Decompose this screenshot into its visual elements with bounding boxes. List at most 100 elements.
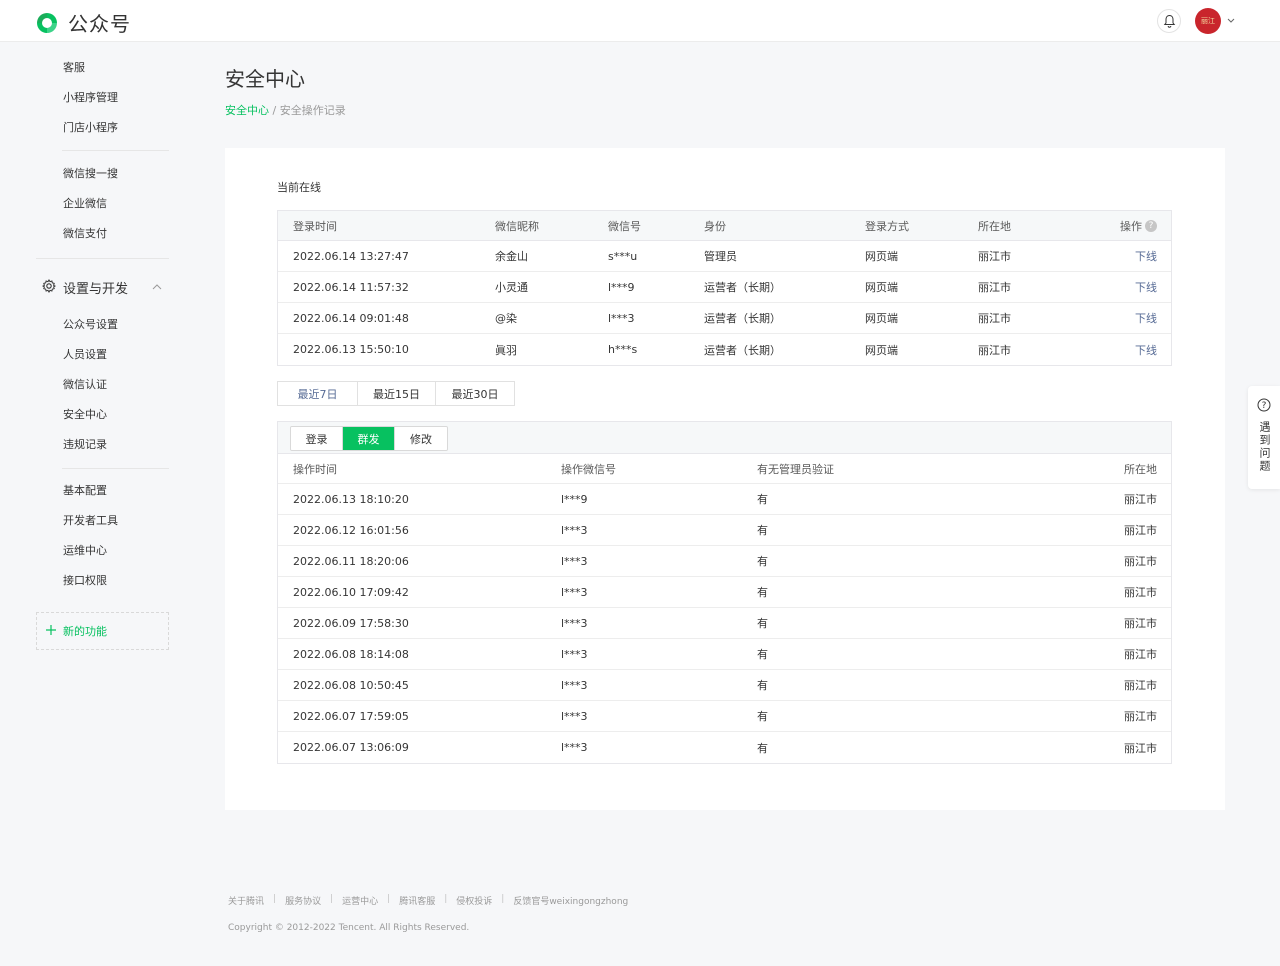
footer-link-feedback[interactable]: 反馈官号weixingongzhong	[513, 894, 628, 907]
table-row: 2022.06.09 17:58:30 l***3 有 丽江市	[278, 608, 1171, 639]
cell-wechat-id: l***9	[608, 280, 635, 294]
force-logout-link[interactable]: 下线	[1135, 303, 1157, 333]
sidebar-item-store-miniprogram[interactable]: 门店小程序	[63, 120, 118, 136]
cell-location: 丽江市	[1124, 710, 1157, 723]
sidebar-item-wechat-search[interactable]: 微信搜一搜	[63, 166, 118, 182]
operation-type-toolbar: 登录 群发 修改	[278, 422, 1171, 454]
footer-link-tencent-support[interactable]: 腾讯客服	[399, 894, 435, 907]
table-row: 2022.06.07 17:59:05 l***3 有 丽江市	[278, 701, 1171, 732]
table-header: 登录时间 微信昵称 微信号 身份 登录方式 所在地 操作 ?	[278, 211, 1171, 241]
col-wechat-id: 微信号	[608, 219, 641, 233]
footer-separator: |	[387, 894, 391, 904]
question-circle-icon[interactable]: ?	[1145, 219, 1157, 232]
col-admin-verified: 有无管理员验证	[757, 462, 834, 476]
cell-role: 运营者（长期）	[704, 343, 781, 357]
table-row: 2022.06.10 17:09:42 l***3 有 丽江市	[278, 577, 1171, 608]
notification-bell-icon[interactable]	[1157, 9, 1181, 33]
question-circle-icon: ?	[1257, 398, 1271, 415]
footer-separator: |	[273, 894, 277, 904]
col-location: 所在地	[978, 219, 1011, 233]
cell-operator-wechat-id: l***9	[561, 492, 588, 506]
cell-location: 丽江市	[1124, 555, 1157, 568]
col-role: 身份	[704, 219, 726, 233]
footer-link-ops-center[interactable]: 运营中心	[342, 894, 378, 907]
top-bar: 公众号 丽江	[0, 0, 1280, 42]
force-logout-link[interactable]: 下线	[1135, 272, 1157, 302]
sidebar-divider	[36, 258, 169, 259]
sidebar-item-work-wechat[interactable]: 企业微信	[63, 196, 107, 212]
cell-location: 丽江市	[1124, 617, 1157, 630]
cell-operation-time: 2022.06.08 10:50:45	[293, 678, 409, 692]
tab-last-30-days[interactable]: 最近30日	[436, 382, 514, 405]
sidebar-item-miniprogram-manage[interactable]: 小程序管理	[63, 90, 118, 106]
footer-link-infringement[interactable]: 侵权投诉	[456, 894, 492, 907]
sidebar-item-basic-config[interactable]: 基本配置	[63, 483, 107, 499]
cell-login-method: 网页端	[865, 250, 898, 263]
col-nickname: 微信昵称	[495, 219, 539, 233]
tab-login[interactable]: 登录	[291, 427, 343, 450]
app-name: 公众号	[68, 12, 131, 36]
tab-last-15-days[interactable]: 最近15日	[358, 382, 436, 405]
help-floating-button[interactable]: ? 遇到问题	[1248, 386, 1280, 489]
cell-location: 丽江市	[1124, 679, 1157, 692]
tab-last-7-days[interactable]: 最近7日	[278, 382, 358, 405]
sidebar-item-account-settings[interactable]: 公众号设置	[63, 317, 118, 333]
cell-login-time: 2022.06.13 15:50:10	[293, 343, 409, 356]
app-logo[interactable]: 公众号	[34, 8, 131, 37]
cell-operation-time: 2022.06.11 18:20:06	[293, 554, 409, 568]
avatar[interactable]: 丽江	[1195, 8, 1221, 34]
table-row: 2022.06.08 10:50:45 l***3 有 丽江市	[278, 670, 1171, 701]
chevron-up-icon[interactable]	[151, 281, 163, 291]
force-logout-link[interactable]: 下线	[1135, 241, 1157, 271]
cell-admin-verified: 有	[757, 679, 768, 692]
main-card: 当前在线 登录时间 微信昵称 微信号 身份 登录方式 所在地 操作 ? 2022…	[225, 148, 1225, 810]
sidebar-item-violation-records[interactable]: 违规记录	[63, 437, 107, 453]
cell-location: 丽江市	[978, 343, 1011, 357]
cell-admin-verified: 有	[757, 648, 768, 661]
sidebar-item-developer-tools[interactable]: 开发者工具	[63, 513, 118, 529]
online-sessions-table: 登录时间 微信昵称 微信号 身份 登录方式 所在地 操作 ? 2022.06.1…	[277, 210, 1172, 366]
sidebar-item-ops-center[interactable]: 运维中心	[63, 543, 107, 559]
table-header: 操作时间 操作微信号 有无管理员验证 所在地	[278, 454, 1171, 484]
cell-location: 丽江市	[1124, 586, 1157, 599]
cell-location: 丽江市	[978, 281, 1011, 294]
cell-admin-verified: 有	[757, 524, 768, 537]
sidebar-item-member-settings[interactable]: 人员设置	[63, 347, 107, 363]
operation-rows: 2022.06.13 18:10:20 l***9 有丽江市 2022.06.12 1…	[278, 484, 1171, 763]
help-label: 遇到问题	[1258, 421, 1271, 473]
footer-link-about[interactable]: 关于腾讯	[228, 894, 264, 907]
col-action-label: 操作	[1120, 219, 1142, 233]
table-row: 2022.06.14 09:01:48 @染 l***3 运营者（长期） 网页端 丽江市 下…	[278, 303, 1171, 334]
footer-link-service-agreement[interactable]: 服务协议	[285, 894, 321, 907]
sidebar-item-api-permissions[interactable]: 接口权限	[63, 573, 107, 589]
cell-login-time: 2022.06.14 13:27:47	[293, 249, 409, 263]
new-feature-button[interactable]: 新的功能	[36, 612, 169, 650]
cell-location: 丽江市	[1124, 741, 1157, 755]
chevron-down-icon[interactable]	[1226, 14, 1236, 26]
cell-admin-verified: 有	[757, 586, 768, 599]
sidebar-item-wechat-pay[interactable]: 微信支付	[63, 226, 107, 242]
sidebar-item-security-center[interactable]: 安全中心	[63, 407, 107, 423]
cell-operator-wechat-id: l***3	[561, 741, 588, 754]
sidebar-item-wechat-verification[interactable]: 微信认证	[63, 377, 107, 393]
cell-login-method: 网页端	[865, 343, 898, 357]
cell-operator-wechat-id: l***3	[561, 554, 588, 568]
copyright: Copyright © 2012-2022 Tencent. All Right…	[228, 923, 470, 933]
sidebar-item-customer-service[interactable]: 客服	[63, 60, 85, 76]
wechat-official-logo-icon	[34, 10, 60, 36]
breadcrumb-link-security-center[interactable]: 安全中心	[225, 104, 269, 117]
tab-mass-send[interactable]: 群发	[343, 427, 395, 450]
cell-operation-time: 2022.06.12 16:01:56	[293, 523, 409, 537]
table-row: 2022.06.13 18:10:20 l***9 有 丽江市	[278, 484, 1171, 515]
breadcrumb-separator: /	[269, 104, 280, 117]
cell-role: 管理员	[704, 250, 737, 263]
tab-modify[interactable]: 修改	[395, 427, 447, 450]
cell-login-time: 2022.06.14 09:01:48	[293, 311, 409, 325]
cell-nickname: 余金山	[495, 250, 528, 263]
sidebar-group-settings-dev[interactable]: 设置与开发	[41, 278, 168, 297]
page-title: 安全中心	[225, 67, 305, 91]
table-row: 2022.06.08 18:14:08 l***3 有 丽江市	[278, 639, 1171, 670]
force-logout-link[interactable]: 下线	[1135, 334, 1157, 365]
footer-separator: |	[330, 894, 334, 904]
cell-operator-wechat-id: l***3	[561, 585, 588, 599]
